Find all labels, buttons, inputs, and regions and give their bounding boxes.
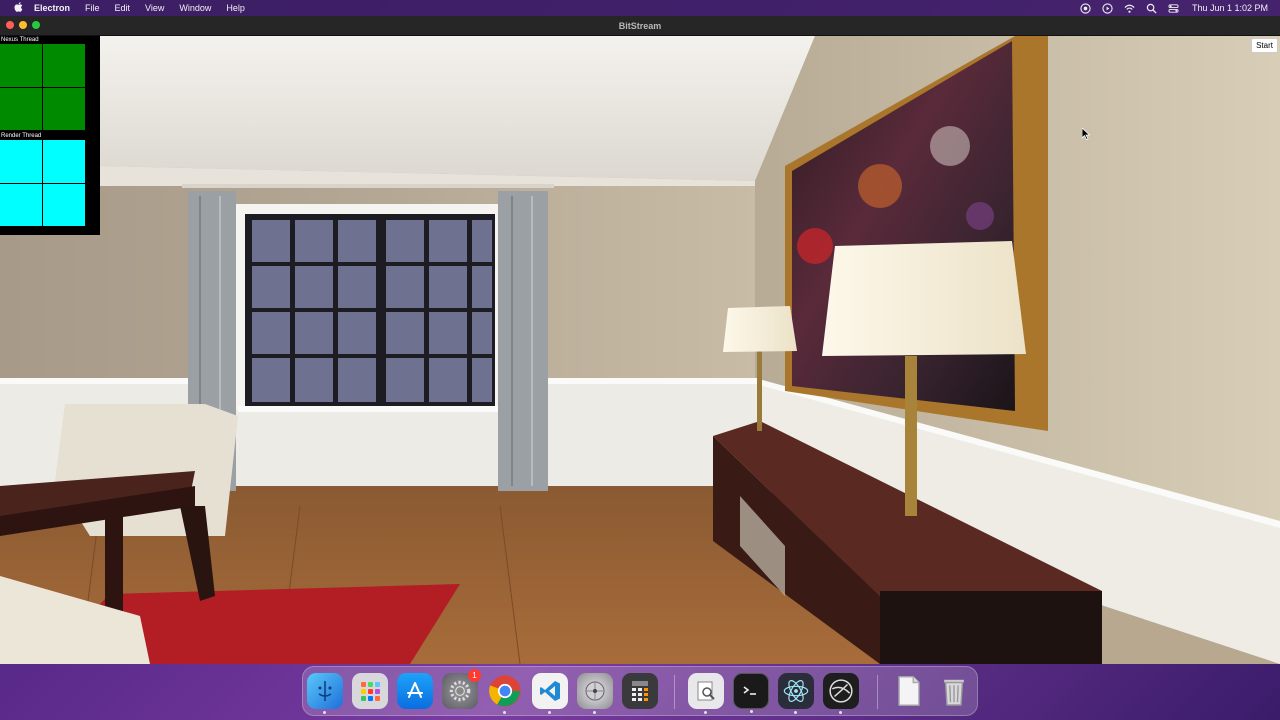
vscode-icon[interactable] xyxy=(532,673,568,714)
documents-folder-icon[interactable] xyxy=(891,673,927,709)
thread-debug-panel: Nexus Thread Render Thread xyxy=(0,36,100,235)
menu-view[interactable]: View xyxy=(145,0,164,16)
traffic-lights xyxy=(6,21,40,29)
dock-separator xyxy=(877,675,878,709)
start-button[interactable]: Start xyxy=(1251,38,1278,53)
render-grid-cell xyxy=(0,140,42,183)
dock: 1 xyxy=(302,666,978,716)
running-indicator xyxy=(704,711,707,714)
menu-help[interactable]: Help xyxy=(226,0,245,16)
app-store-icon[interactable] xyxy=(397,673,433,709)
control-center-icon[interactable] xyxy=(1168,3,1179,14)
nexus-thread-grid xyxy=(0,44,85,130)
running-indicator xyxy=(323,711,326,714)
terminal-icon[interactable] xyxy=(733,673,769,713)
system-preferences-icon[interactable]: 1 xyxy=(442,669,481,709)
unity-icon[interactable] xyxy=(823,673,859,714)
electron-icon[interactable] xyxy=(778,673,814,714)
menu-app-name[interactable]: Electron xyxy=(34,0,70,16)
running-indicator xyxy=(794,711,797,714)
notification-badge: 1 xyxy=(468,669,481,682)
status-area: Thu Jun 1 1:02 PM xyxy=(1080,0,1268,16)
render-thread-grid xyxy=(0,140,85,226)
chrome-icon[interactable] xyxy=(487,673,523,714)
render-thread-label: Render Thread xyxy=(1,133,42,139)
window-title: BitStream xyxy=(618,20,662,31)
disk-utility-icon[interactable] xyxy=(577,673,613,714)
running-indicator xyxy=(593,711,596,714)
nexus-grid-cell xyxy=(0,44,42,87)
minimize-window-button[interactable] xyxy=(19,21,27,29)
close-window-button[interactable] xyxy=(6,21,14,29)
render-grid-cell xyxy=(43,140,85,183)
nexus-grid-cell xyxy=(0,87,42,130)
nexus-grid-cell xyxy=(43,44,85,87)
wifi-icon[interactable] xyxy=(1124,3,1135,14)
running-indicator xyxy=(839,711,842,714)
launchpad-icon[interactable] xyxy=(352,673,388,709)
app-window: BitStream Nexus Thread Render Thread Sta… xyxy=(0,16,1280,664)
dock-separator xyxy=(674,675,675,709)
nexus-grid-cell xyxy=(43,87,85,130)
media-play-icon[interactable] xyxy=(1102,2,1113,14)
finder-icon[interactable] xyxy=(307,673,343,714)
zoom-window-button[interactable] xyxy=(32,21,40,29)
menu-clock[interactable]: Thu Jun 1 1:02 PM xyxy=(1192,3,1268,13)
render-grid-cell xyxy=(0,183,42,226)
menu-bar: Electron File Edit View Window Help Thu … xyxy=(0,0,1280,16)
3d-viewport[interactable]: Nexus Thread Render Thread Start xyxy=(0,36,1280,664)
apple-logo-icon[interactable] xyxy=(12,1,24,15)
calculator-icon[interactable] xyxy=(622,673,658,709)
running-indicator xyxy=(750,710,753,713)
trash-icon[interactable] xyxy=(936,673,972,709)
running-indicator xyxy=(548,711,551,714)
window-titlebar[interactable]: BitStream xyxy=(0,16,1280,36)
screen-mirroring-icon[interactable] xyxy=(1080,2,1091,14)
nexus-thread-label: Nexus Thread xyxy=(1,37,39,43)
search-icon[interactable] xyxy=(1146,3,1157,14)
running-indicator xyxy=(503,711,506,714)
menu-edit[interactable]: Edit xyxy=(115,0,131,16)
mouse-cursor-icon xyxy=(1082,128,1090,140)
render-grid-cell xyxy=(43,183,85,226)
menu-file[interactable]: File xyxy=(85,0,100,16)
menu-window[interactable]: Window xyxy=(179,0,211,16)
preview-icon[interactable] xyxy=(688,673,724,714)
